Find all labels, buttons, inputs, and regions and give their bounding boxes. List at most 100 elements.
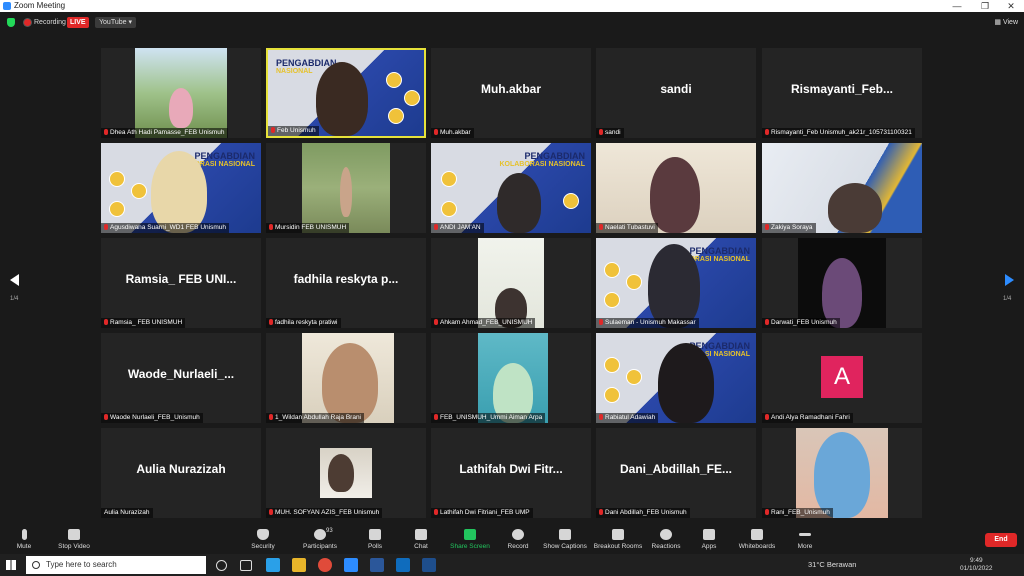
edge-browser-icon[interactable] [266, 558, 280, 572]
participant-tile[interactable]: Ahkam Ahmad_FEB_UNISMUH [431, 238, 591, 328]
participant-tile[interactable]: PENGABDIAN ORASI NASIONAL Sulaeman - Uni… [596, 238, 756, 328]
poster-photo-icon [386, 72, 402, 88]
poster-photo-icon [388, 108, 404, 124]
cortana-icon[interactable] [216, 560, 227, 571]
zoom-logo-icon [3, 2, 11, 10]
apps-icon [703, 529, 715, 540]
participant-tile[interactable]: MUH. SOFYAN AZIS_FEB Unismuh [266, 428, 426, 518]
participant-tile[interactable]: 1_Wildan Abdullah Raja Brani [266, 333, 426, 423]
poster-photo-icon [604, 387, 620, 403]
task-view-icon[interactable] [240, 560, 252, 571]
file-explorer-icon[interactable] [292, 558, 306, 572]
close-button[interactable]: ✕ [998, 0, 1024, 12]
minimize-button[interactable]: — [944, 0, 970, 12]
participant-tile[interactable]: A Andi Alya Ramadhani Fahri [762, 333, 922, 423]
poster-photo-icon [626, 369, 642, 385]
participant-name-label: Feb Unismuh [268, 126, 319, 136]
clock-time: 9:49 [969, 557, 983, 564]
participant-name-label: Rismayanti_Feb Unismuh_ak21r_10573110032… [762, 128, 915, 138]
breakout-rooms-icon [612, 529, 624, 540]
mail-icon[interactable] [396, 558, 410, 572]
stop-video-button[interactable]: Stop Video [44, 524, 104, 554]
poster-photo-icon [604, 262, 620, 278]
participant-name-label: Andi Alya Ramadhani Fahri [762, 413, 853, 423]
participant-tile[interactable]: Lathifah Dwi Fitr... Lathifah Dwi Fitria… [431, 428, 591, 518]
participant-figure [658, 343, 714, 423]
view-button[interactable]: ▦ View [994, 17, 1018, 28]
participant-display-name: Aulia Nurazizah [136, 462, 226, 476]
shield-icon [257, 529, 269, 540]
bar-chart-icon [369, 529, 381, 540]
participant-tile[interactable]: Dani_Abdillah_FE... Dani Abdillah_FEB Un… [596, 428, 756, 518]
participant-tile[interactable]: Naelati Tubastuvi [596, 143, 756, 233]
muted-mic-icon [599, 414, 603, 420]
encryption-shield-icon[interactable] [7, 18, 15, 27]
participant-display-name: Ramsia_ FEB UNI... [125, 272, 237, 286]
word-icon[interactable] [370, 558, 384, 572]
participant-tile-active-speaker[interactable]: PENGABDIAN NASIONAL Feb Unismuh [266, 48, 426, 138]
security-button[interactable]: Security [233, 524, 293, 554]
participant-tile[interactable]: sandi sandi [596, 48, 756, 138]
poster-photo-icon [109, 171, 125, 187]
chrome-icon[interactable] [318, 558, 332, 572]
poster-subtitle: ORASI NASIONAL [689, 256, 750, 263]
window-titlebar: Zoom Meeting — ❐ ✕ [0, 0, 1024, 12]
participant-name-label: sandi [596, 128, 624, 138]
window-title: Zoom Meeting [14, 1, 66, 10]
muted-mic-icon [434, 319, 438, 325]
next-page-arrow-icon[interactable] [1005, 274, 1014, 286]
weather-widget[interactable]: 31°C Berawan [808, 554, 856, 576]
participant-tile[interactable]: fadhila reskyta p... fadhila reskyta pra… [266, 238, 426, 328]
participant-name-label: Waode Nurlaeli_FEB_Unismuh [101, 413, 203, 423]
participant-tile[interactable]: FEB_UNISMUH_Ummi Aiman Arpa [431, 333, 591, 423]
more-button[interactable]: More [775, 524, 835, 554]
participant-tile[interactable]: PENGABDIAN KOLABORASI NASIONAL Agusdiwan… [101, 143, 261, 233]
recording-status[interactable]: Recording [34, 17, 66, 28]
poster-photo-icon [604, 292, 620, 308]
participant-name-label: Lathifah Dwi Fitriani_FEB UMP [431, 508, 533, 518]
participant-tile[interactable]: Zakiya Soraya [762, 143, 922, 233]
chat-bubble-icon [415, 529, 427, 540]
participant-tile[interactable]: PENGABDIAN ORASI NASIONAL Rabiatul Adawi… [596, 333, 756, 423]
participant-tile[interactable]: Dhea Ath Hadi Pamasse_FEB Unismuh [101, 48, 261, 138]
participant-tile[interactable]: Darwati_FEB Unismuh [762, 238, 922, 328]
app-icon[interactable] [422, 558, 436, 572]
muted-mic-icon [765, 414, 769, 420]
participant-name-label: Naelati Tubastuvi [596, 223, 658, 233]
record-icon [512, 529, 524, 540]
taskbar-clock[interactable]: 9:49 01/10/2022 [960, 557, 993, 573]
participant-tile[interactable]: Waode_Nurlaeli_... Waode Nurlaeli_FEB_Un… [101, 333, 261, 423]
participant-name-label: Aulia Nurazizah [101, 508, 153, 518]
taskbar-search-box[interactable]: Type here to search [26, 556, 206, 574]
participant-name-label: MUH. SOFYAN AZIS_FEB Unismuh [266, 508, 383, 518]
zoom-taskbar-icon[interactable] [344, 558, 358, 572]
participant-tile[interactable]: Mursidin FEB UNISMUH [266, 143, 426, 233]
windows-start-icon[interactable] [6, 560, 16, 570]
recording-icon [24, 19, 31, 26]
participant-tile[interactable]: Rismayanti_Feb... Rismayanti_Feb Unismuh… [762, 48, 922, 138]
poster-title: PENGABDIAN [524, 151, 585, 161]
previous-page-arrow-icon[interactable] [10, 274, 19, 286]
muted-mic-icon [434, 224, 438, 230]
show-captions-button[interactable]: Show Captions [535, 524, 595, 554]
participant-figure [648, 244, 700, 328]
stream-dropdown[interactable]: YouTube ▾ [95, 17, 136, 28]
muted-mic-icon [269, 509, 273, 515]
participants-button[interactable]: 93 Participants [290, 524, 350, 554]
participant-figure [497, 173, 541, 233]
share-screen-icon [464, 529, 476, 540]
windows-taskbar: Type here to search 31°C Berawan 9:49 01… [0, 554, 1024, 576]
participant-tile[interactable]: Muh.akbar Muh.akbar [431, 48, 591, 138]
participant-tile[interactable]: Aulia Nurazizah Aulia Nurazizah [101, 428, 261, 518]
participant-tile[interactable]: PENGABDIAN KOLABORASI NASIONAL ANDI JAM'… [431, 143, 591, 233]
participant-tile[interactable]: Ramsia_ FEB UNI... Ramsia_ FEB UNISMUH [101, 238, 261, 328]
participant-name-label: Agusdiwana Suarni_WD1 FEB Unismuh [101, 223, 229, 233]
restore-button[interactable]: ❐ [972, 0, 998, 12]
end-meeting-button[interactable]: End [985, 533, 1017, 547]
poster-photo-icon [626, 274, 642, 290]
whiteboard-icon [751, 529, 763, 540]
poster-title: PENGABDIAN [194, 151, 255, 161]
taskbar-search-placeholder: Type here to search [46, 560, 117, 569]
participant-tile[interactable]: Rani_FEB_Unismuh [762, 428, 922, 518]
poster-photo-icon [109, 201, 125, 217]
